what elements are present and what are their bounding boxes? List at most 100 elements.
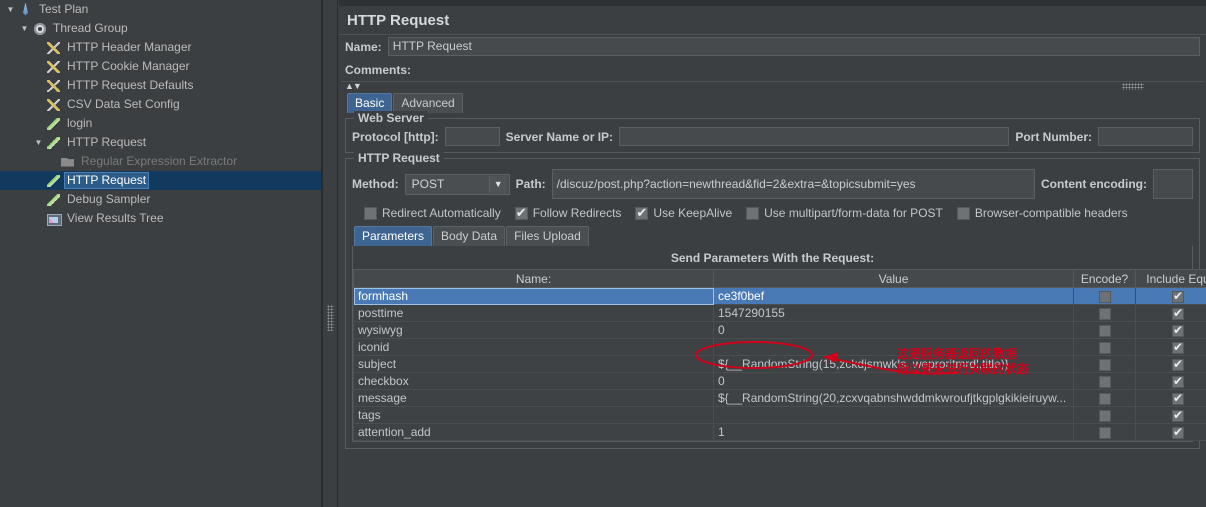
checkbox-use-multipart-form-data-for-post[interactable]: Use multipart/form-data for POST <box>746 206 943 220</box>
column-header[interactable]: Value <box>713 269 1074 288</box>
table-row[interactable]: formhash ce3f0bef <box>353 287 1206 305</box>
tree-item-http-request[interactable]: HTTP Request <box>0 171 321 190</box>
param-name-cell[interactable]: checkbox <box>353 372 714 390</box>
param-encode-cell[interactable] <box>1073 406 1136 424</box>
param-include-cell[interactable] <box>1135 304 1206 322</box>
collapse-arrows-icon[interactable]: ▲▼ <box>345 81 362 91</box>
comments-input[interactable] <box>417 60 1200 79</box>
include-equals-checkbox[interactable] <box>1172 391 1184 405</box>
parameters-table[interactable]: Name: Value Encode? Include Equ formhash ce3… <box>353 269 1206 441</box>
param-include-cell[interactable] <box>1135 321 1206 339</box>
param-name-cell[interactable]: wysiwyg <box>353 321 714 339</box>
param-value-cell[interactable]: 0 <box>713 321 1074 339</box>
param-encode-cell[interactable] <box>1073 338 1136 356</box>
table-row[interactable]: tags <box>353 406 1206 424</box>
table-row[interactable]: checkbox 0 <box>353 372 1206 390</box>
checkbox-redirect-automatically[interactable]: Redirect Automatically <box>364 206 501 220</box>
checkbox-box[interactable] <box>635 205 649 220</box>
tree-item-csv-data-set-config[interactable]: CSV Data Set Config <box>0 95 321 114</box>
include-equals-checkbox[interactable] <box>1172 408 1184 422</box>
checkbox-browser-compatible-headers[interactable]: Browser-compatible headers <box>956 206 1128 220</box>
column-header[interactable]: Include Equ <box>1135 269 1206 288</box>
checkbox-box[interactable] <box>514 205 528 220</box>
server-name-input[interactable] <box>619 127 1010 146</box>
path-input[interactable]: /discuz/post.php?action=newthread&fid=2&… <box>551 169 1036 199</box>
param-value-cell[interactable] <box>713 406 1074 424</box>
table-row[interactable]: message ${__RandomString(20,zcxvqabnshwdd… <box>353 389 1206 407</box>
encode-checkbox[interactable] <box>1098 392 1111 405</box>
table-row[interactable]: posttime 1547290155 <box>353 304 1206 322</box>
tree-item-login[interactable]: login <box>0 114 321 133</box>
param-include-cell[interactable] <box>1135 389 1206 407</box>
encode-checkbox[interactable] <box>1098 341 1111 354</box>
content-encoding-input[interactable] <box>1153 169 1193 199</box>
main-tabstrip[interactable]: Basic Advanced <box>339 93 1206 113</box>
param-name-cell[interactable]: attention_add <box>353 423 714 441</box>
include-equals-checkbox[interactable] <box>1172 306 1184 320</box>
tree-item-http-request-defaults[interactable]: HTTP Request Defaults <box>0 76 321 95</box>
tree-item-http-cookie-manager[interactable]: HTTP Cookie Manager <box>0 57 321 76</box>
collapse-toolbar[interactable]: ▲▼ <box>341 81 1204 93</box>
include-equals-checkbox[interactable] <box>1172 289 1184 303</box>
param-name-cell[interactable]: posttime <box>353 304 714 322</box>
table-row[interactable]: iconid <box>353 338 1206 356</box>
test-plan-tree[interactable]: ▼ Test Plan ▼ Thread Group HTTP Header Manag… <box>0 0 322 507</box>
param-name-cell[interactable]: message <box>353 389 714 407</box>
encode-checkbox[interactable] <box>1098 358 1111 371</box>
include-equals-checkbox[interactable] <box>1172 323 1184 337</box>
tab-files-upload[interactable]: Files Upload <box>506 226 589 246</box>
encode-checkbox[interactable] <box>1098 375 1111 388</box>
include-equals-checkbox[interactable] <box>1172 357 1184 371</box>
checkbox-use-keepalive[interactable]: Use KeepAlive <box>635 205 732 220</box>
expand-toggle-icon[interactable]: ▼ <box>32 138 45 147</box>
param-include-cell[interactable] <box>1135 372 1206 390</box>
param-encode-cell[interactable] <box>1073 423 1136 441</box>
param-value-cell[interactable]: 0 <box>713 372 1074 390</box>
request-options-checkboxes[interactable]: Redirect Automatically Follow Redirects Us… <box>352 199 1193 226</box>
tree-item-test-plan[interactable]: ▼ Test Plan <box>0 0 321 19</box>
port-number-input[interactable] <box>1098 127 1193 146</box>
chevron-down-icon[interactable]: ▼ <box>488 175 507 193</box>
param-encode-cell[interactable] <box>1073 304 1136 322</box>
param-value-cell[interactable]: ce3f0bef <box>713 287 1074 305</box>
checkbox-box[interactable] <box>956 206 970 220</box>
param-value-cell[interactable]: 1547290155 <box>713 304 1074 322</box>
encode-checkbox[interactable] <box>1098 290 1111 303</box>
param-value-cell[interactable]: 1 <box>713 423 1074 441</box>
data-tabstrip[interactable]: Parameters Body Data Files Upload <box>352 226 1193 246</box>
table-row[interactable]: attention_add 1 <box>353 423 1206 441</box>
tab-advanced[interactable]: Advanced <box>393 93 463 113</box>
tree-item-regular-expression-extractor[interactable]: Regular Expression Extractor <box>0 152 321 171</box>
param-encode-cell[interactable] <box>1073 287 1136 305</box>
column-header[interactable]: Name: <box>353 269 714 288</box>
table-row[interactable]: subject ${__RandomString(15,zckdjsmwkls.,… <box>353 355 1206 373</box>
param-encode-cell[interactable] <box>1073 372 1136 390</box>
expand-toggle-icon[interactable]: ▼ <box>18 24 31 33</box>
checkbox-follow-redirects[interactable]: Follow Redirects <box>514 205 621 220</box>
checkbox-box[interactable] <box>746 206 760 220</box>
param-encode-cell[interactable] <box>1073 355 1136 373</box>
tree-item-view-results-tree[interactable]: View Results Tree <box>0 209 321 228</box>
param-include-cell[interactable] <box>1135 287 1206 305</box>
param-include-cell[interactable] <box>1135 423 1206 441</box>
panel-splitter[interactable] <box>322 0 338 507</box>
include-equals-checkbox[interactable] <box>1172 374 1184 388</box>
param-encode-cell[interactable] <box>1073 321 1136 339</box>
tree-item-thread-group[interactable]: ▼ Thread Group <box>0 19 321 38</box>
protocol-input[interactable] <box>444 127 500 146</box>
param-include-cell[interactable] <box>1135 406 1206 424</box>
tab-body-data[interactable]: Body Data <box>433 226 506 246</box>
param-name-cell[interactable]: subject <box>353 355 714 373</box>
column-header[interactable]: Encode? <box>1073 269 1136 288</box>
name-input[interactable]: HTTP Request <box>387 37 1200 56</box>
param-name-cell[interactable]: iconid <box>353 338 714 356</box>
include-equals-checkbox[interactable] <box>1172 425 1184 439</box>
param-value-cell[interactable] <box>713 338 1074 356</box>
param-name-cell[interactable]: tags <box>353 406 714 424</box>
param-include-cell[interactable] <box>1135 338 1206 356</box>
param-name-cell[interactable]: formhash <box>353 287 714 305</box>
splitter-grip[interactable] <box>327 305 334 331</box>
method-select[interactable]: POST ▼ <box>404 173 510 195</box>
param-encode-cell[interactable] <box>1073 389 1136 407</box>
encode-checkbox[interactable] <box>1098 324 1111 337</box>
